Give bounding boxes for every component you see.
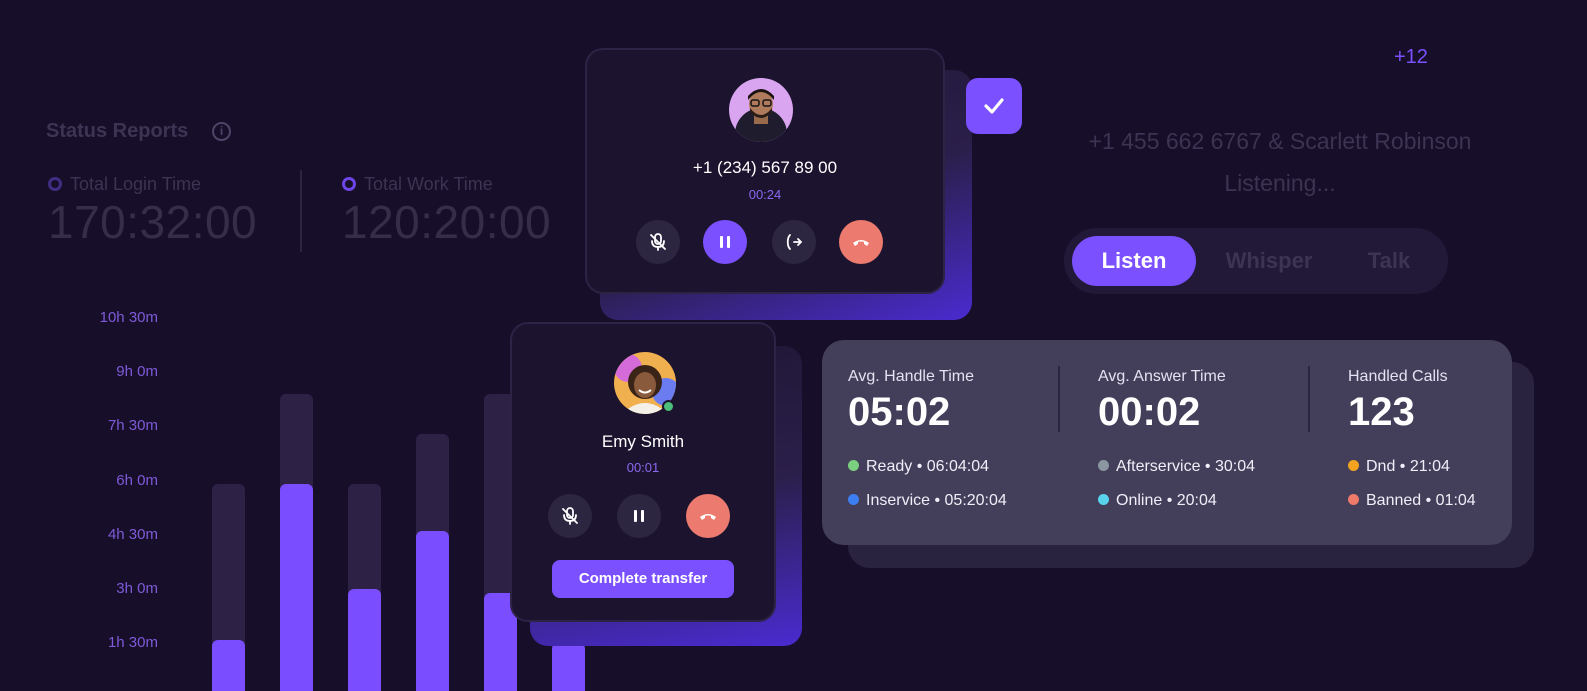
call-stats-card: Avg. Handle Time 05:02 Avg. Answer Time … [822,340,1512,545]
complete-transfer-button[interactable]: Complete transfer [552,560,734,598]
status-dnd: Dnd • 21:04 [1348,458,1450,476]
stat-value: 05:02 [848,390,951,434]
hangup-button[interactable] [839,220,883,264]
chart-y-tick-label: 1h 30m [107,634,158,652]
status-inservice: Inservice • 05:20:04 [848,492,1007,510]
divider [300,170,302,252]
mode-whisper[interactable]: Whisper [1214,236,1324,286]
caller-avatar [729,78,793,142]
status-dot-icon [1348,460,1359,471]
divider [1058,366,1060,432]
status-dot-icon [848,494,859,505]
status-dot-icon [1098,494,1109,505]
call-timer: 00:24 [748,187,782,202]
status-dot-icon [1348,494,1359,505]
metric-label: Total Login Time [48,174,257,195]
metric-total-work: Total Work Time 120:20:00 [342,174,551,249]
online-status-indicator [662,400,675,413]
contact-name: Emy Smith [601,432,685,451]
check-icon [984,98,1004,114]
stat-label: Avg. Answer Time [1098,368,1226,385]
mode-talk[interactable]: Talk [1344,236,1434,286]
stat-avg-answer-time: Avg. Answer Time 00:02 [1098,368,1226,435]
metric-value: 120:20:00 [342,196,552,248]
status-reports-title: Status Reports [46,120,189,142]
chart-y-tick-label: 7h 30m [107,417,158,435]
active-call-card: +1 (234) 567 89 00 00:24 [585,48,945,294]
caller-phone-number: +1 (234) 567 89 00 [692,158,838,177]
chart-y-tick-label: 10h 30m [99,309,158,326]
status-banned: Banned • 01:04 [1348,492,1476,510]
chart-bar[interactable] [416,531,449,691]
hangup-icon [853,240,869,246]
hangup-icon [700,514,716,520]
mute-icon [650,233,666,251]
status-dot-icon [848,460,859,471]
status-dot-icon [1098,460,1109,471]
hangup-button[interactable] [686,494,730,538]
metric-label: Total Work Time [342,174,551,195]
mute-icon [562,507,578,525]
transfer-icon [786,234,802,250]
chart-y-tick-label: 6h 0m [116,471,158,489]
stat-handled-calls: Handled Calls 123 [1348,368,1448,435]
pause-icon [720,236,730,248]
mute-button[interactable] [548,494,592,538]
status-afterservice: Afterservice • 30:04 [1098,458,1255,476]
transfer-timer: 00:01 [626,460,660,475]
monitor-state: Listening... [1224,170,1336,196]
info-icon[interactable]: i [212,122,231,141]
chart-bar[interactable] [348,589,381,691]
stat-value: 123 [1348,390,1415,434]
transfer-button[interactable] [772,220,816,264]
stat-value: 00:02 [1098,390,1201,434]
transfer-call-card: Emy Smith 00:01 Complete transfer [510,322,776,622]
monitor-mode-switch: Listen Whisper Talk [1064,228,1448,294]
chart-bar[interactable] [280,484,313,691]
mode-listen[interactable]: Listen [1072,236,1196,286]
metric-total-login: Total Login Time 170:32:00 [48,174,257,249]
pause-button[interactable] [617,494,661,538]
chart-y-tick-label: 3h 0m [116,580,158,597]
stat-label: Handled Calls [1348,368,1448,385]
chart-bar[interactable] [212,639,245,691]
status-online: Online • 20:04 [1098,492,1217,510]
metric-value: 170:32:00 [48,196,258,248]
mute-button[interactable] [636,220,680,264]
stat-label: Avg. Handle Time [848,368,974,385]
chart-bar[interactable] [552,643,585,691]
chart-y-tick-label: 9h 0m [116,363,158,381]
status-ready: Ready • 06:04:04 [848,458,989,476]
confirm-button[interactable] [966,78,1022,134]
radio-dot-icon [48,177,62,191]
radio-dot-icon [342,177,356,191]
extra-participants-count[interactable]: +12 [1394,46,1428,69]
monitored-call-caller: +1 455 662 6767 & Scarlett Robinson [1088,128,1472,154]
divider [1308,366,1310,432]
pause-button[interactable] [703,220,747,264]
pause-icon [634,510,644,522]
chart-y-tick-label: 4h 30m [107,525,158,543]
stat-avg-handle-time: Avg. Handle Time 05:02 [848,368,974,435]
